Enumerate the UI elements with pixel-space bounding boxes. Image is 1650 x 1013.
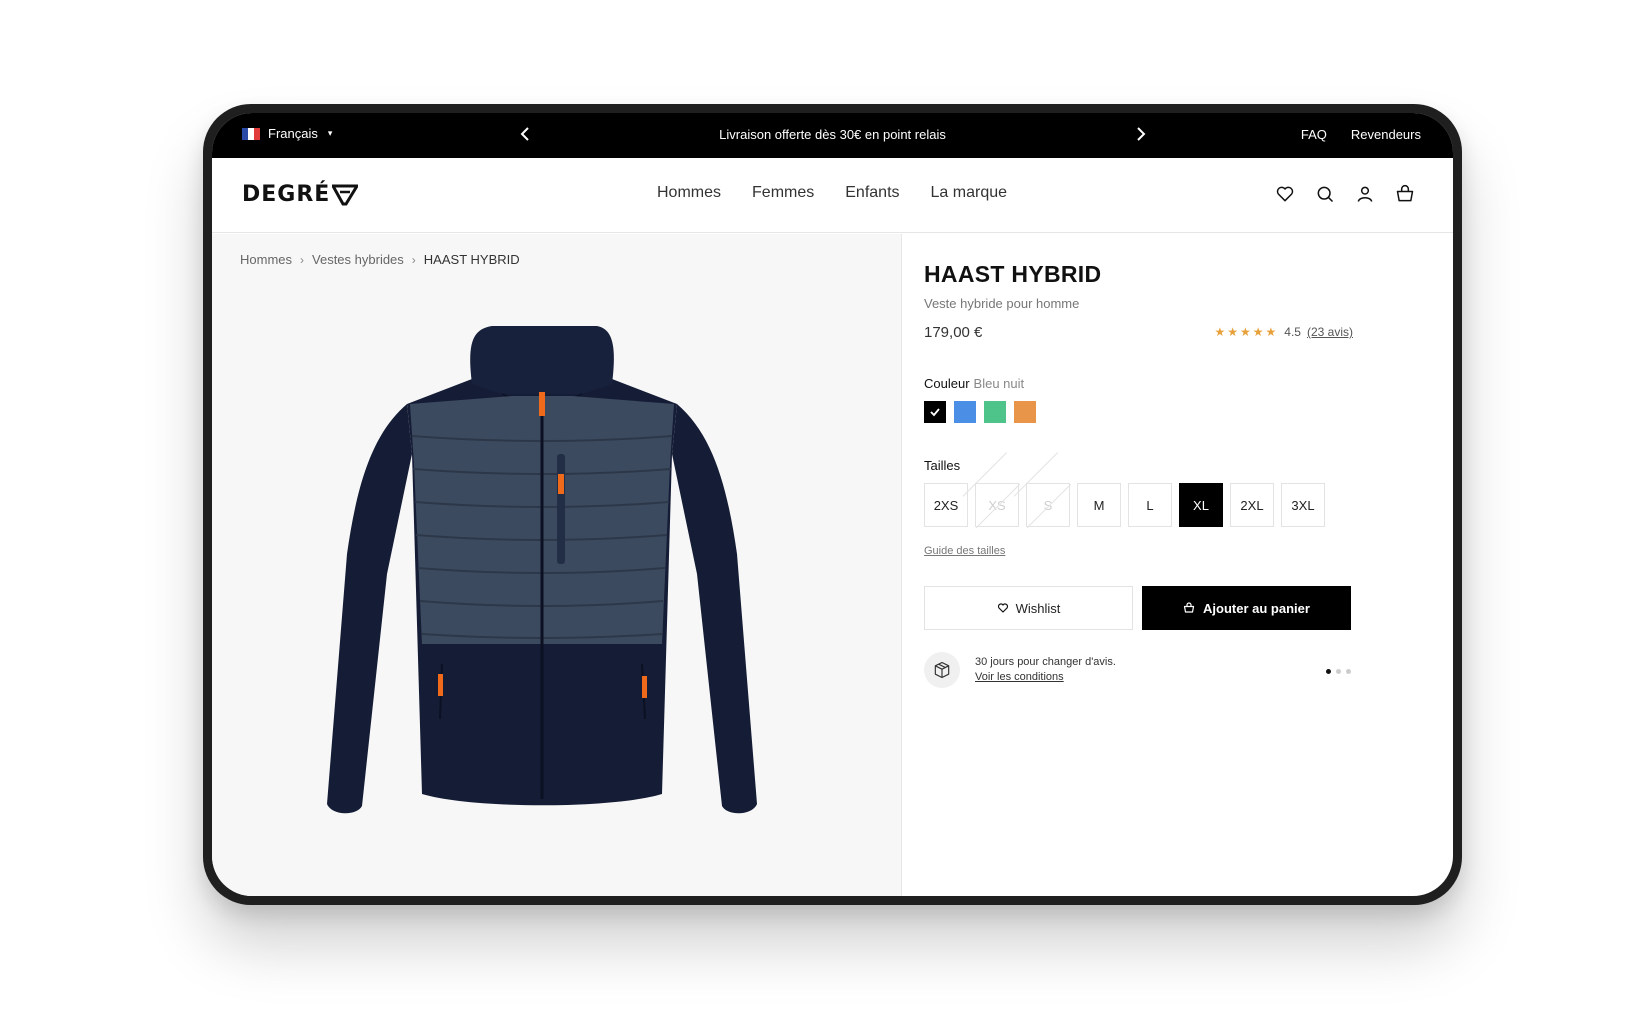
rating: ★★★★★ 4.5 (23 avis)	[1215, 325, 1354, 339]
search-icon[interactable]	[1315, 184, 1335, 204]
size-option-2xl[interactable]: 2XL	[1230, 483, 1274, 527]
promo-next-button[interactable]	[1130, 123, 1152, 145]
nav-item-la-marque[interactable]: La marque	[931, 184, 1008, 202]
color-swatches	[924, 401, 1036, 423]
reviews-link[interactable]: (23 avis)	[1307, 325, 1353, 339]
brand-logo[interactable]: DEGRÉ	[242, 182, 359, 207]
size-option-l[interactable]: L	[1128, 483, 1172, 527]
product-title: HAAST HYBRID	[924, 261, 1102, 287]
screen: Français ▾ Livraison offerte dès 30€ en …	[212, 113, 1453, 896]
breadcrumb-current: HAAST HYBRID	[423, 252, 520, 267]
conditions-link[interactable]: Voir les conditions	[975, 670, 1116, 685]
breadcrumb: Hommes › Vestes hybrides › HAAST HYBRID	[240, 252, 520, 267]
heart-icon[interactable]	[1275, 184, 1295, 204]
nav-item-hommes[interactable]: Hommes	[657, 184, 721, 202]
carousel-dot[interactable]	[1346, 669, 1351, 674]
user-icon[interactable]	[1355, 184, 1375, 204]
logo-mark-icon	[332, 184, 359, 205]
rating-value: 4.5	[1284, 325, 1301, 339]
product-subtitle: Veste hybride pour homme	[924, 296, 1080, 311]
chevron-right-icon	[1137, 127, 1146, 141]
basket-icon[interactable]	[1395, 184, 1415, 204]
size-selector: 2XS XS S M L XL 2XL 3XL	[924, 483, 1325, 528]
returns-info: 30 jours pour changer d'avis. Voir les c…	[924, 652, 1351, 688]
announcement-bar: Français ▾ Livraison offerte dès 30€ en …	[212, 113, 1453, 158]
carousel-dots	[1326, 669, 1351, 674]
returns-text: 30 jours pour changer d'avis.	[975, 656, 1116, 668]
add-to-cart-button[interactable]: Ajouter au panier	[1142, 586, 1351, 630]
color-swatch-green[interactable]	[984, 401, 1006, 423]
tablet-frame: Français ▾ Livraison offerte dès 30€ en …	[203, 104, 1462, 905]
faq-link[interactable]: FAQ	[1301, 127, 1327, 142]
chevron-right-icon: ›	[300, 252, 305, 267]
color-swatch-blue[interactable]	[954, 401, 976, 423]
star-rating-icon: ★★★★★	[1214, 325, 1279, 339]
product-image	[327, 326, 757, 814]
breadcrumb-item[interactable]: Hommes	[240, 252, 292, 267]
wishlist-button[interactable]: Wishlist	[924, 586, 1133, 630]
main-nav: Hommes Femmes Enfants La marque	[657, 184, 1007, 202]
heart-icon	[997, 603, 1008, 613]
chevron-right-icon: ›	[411, 252, 416, 267]
checkmark-icon	[930, 408, 940, 417]
sizes-label: Tailles	[924, 458, 961, 473]
carousel-dot[interactable]	[1336, 669, 1341, 674]
color-swatch-black[interactable]	[924, 401, 946, 423]
breadcrumb-item[interactable]: Vestes hybrides	[312, 252, 404, 267]
color-label: Couleur Bleu nuit	[924, 376, 1025, 391]
color-value: Bleu nuit	[973, 376, 1025, 391]
resellers-link[interactable]: Revendeurs	[1351, 127, 1421, 142]
size-option-2xs[interactable]: 2XS	[924, 483, 968, 527]
size-option-s[interactable]: S	[1026, 483, 1071, 528]
size-option-m[interactable]: M	[1077, 483, 1121, 527]
size-guide-link[interactable]: Guide des tailles	[924, 545, 1005, 557]
promo-text: Livraison offerte dès 30€ en point relai…	[719, 127, 946, 142]
size-option-xs[interactable]: XS	[975, 483, 1020, 528]
package-icon	[924, 652, 960, 688]
basket-icon	[1183, 602, 1195, 613]
color-swatch-orange[interactable]	[1014, 401, 1036, 423]
size-option-xl[interactable]: XL	[1179, 483, 1223, 527]
product-price: 179,00 €	[924, 324, 983, 341]
nav-item-femmes[interactable]: Femmes	[752, 184, 814, 202]
product-gallery: Hommes › Vestes hybrides › HAAST HYBRID	[212, 234, 902, 896]
carousel-dot[interactable]	[1326, 669, 1331, 674]
size-option-3xl[interactable]: 3XL	[1281, 483, 1325, 527]
nav-item-enfants[interactable]: Enfants	[845, 184, 899, 202]
site-header: DEGRÉ Hommes Femmes Enfants La marque	[212, 158, 1453, 233]
